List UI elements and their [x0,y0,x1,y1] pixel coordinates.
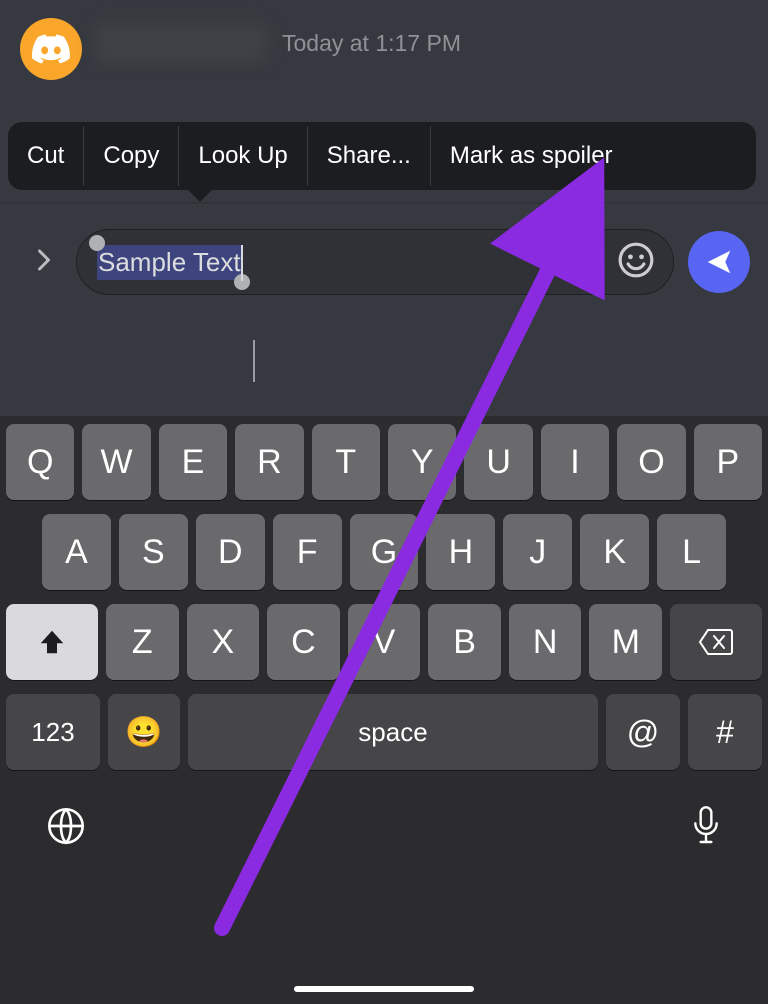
send-button[interactable] [688,231,750,293]
key-at-sign[interactable]: @ [606,694,680,770]
key-u[interactable]: U [464,424,532,500]
globe-icon[interactable] [46,806,86,851]
key-i[interactable]: I [541,424,609,500]
key-l[interactable]: L [657,514,726,590]
home-indicator[interactable] [294,986,474,992]
keyboard-row-3: Z X C V B N M [6,604,762,680]
key-w[interactable]: W [82,424,150,500]
key-y[interactable]: Y [388,424,456,500]
keyboard-row-1: Q W E R T Y U I O P [6,424,762,500]
key-t[interactable]: T [312,424,380,500]
composer-row: Sample Text [0,226,768,298]
key-p[interactable]: P [694,424,762,500]
message-header: Today at 1:17 PM [0,0,768,80]
keyboard-bottom-bar [6,784,762,853]
key-shift[interactable] [6,604,98,680]
key-m[interactable]: M [589,604,662,680]
key-c[interactable]: C [267,604,340,680]
text-cursor [253,340,255,382]
text-selection-context-menu: Cut Copy Look Up Share... Mark as spoile… [8,122,756,190]
menu-item-share[interactable]: Share... [308,142,430,170]
key-o[interactable]: O [617,424,685,500]
key-e[interactable]: E [159,424,227,500]
message-timestamp: Today at 1:17 PM [282,30,461,57]
divider [0,202,768,204]
key-j[interactable]: J [503,514,572,590]
key-numbers[interactable]: 123 [6,694,100,770]
send-icon [704,247,734,277]
menu-tail [188,190,212,202]
key-h[interactable]: H [426,514,495,590]
key-r[interactable]: R [235,424,303,500]
key-v[interactable]: V [348,604,421,680]
menu-item-copy[interactable]: Copy [84,142,178,170]
discord-logo-icon [32,34,70,64]
message-meta: Today at 1:17 PM [96,18,461,62]
message-input[interactable]: Sample Text [76,229,674,295]
backspace-icon [698,628,734,656]
keyboard-row-2: A S D F G H J K L [6,514,762,590]
key-q[interactable]: Q [6,424,74,500]
key-hash[interactable]: # [688,694,762,770]
menu-item-lookup[interactable]: Look Up [179,142,306,170]
microphone-icon[interactable] [690,804,722,853]
ios-keyboard: Q W E R T Y U I O P A S D F G H J K L Z … [0,416,768,1004]
key-d[interactable]: D [196,514,265,590]
key-f[interactable]: F [273,514,342,590]
menu-item-mark-as-spoiler[interactable]: Mark as spoiler [431,142,632,170]
selected-text[interactable]: Sample Text [97,245,242,280]
key-s[interactable]: S [119,514,188,590]
emoji-picker-button[interactable] [617,241,655,284]
key-g[interactable]: G [350,514,419,590]
key-space[interactable]: space [188,694,598,770]
key-emoji[interactable]: 😀 [108,694,180,770]
key-x[interactable]: X [187,604,260,680]
key-b[interactable]: B [428,604,501,680]
shift-icon [37,627,67,657]
key-n[interactable]: N [509,604,582,680]
menu-item-cut[interactable]: Cut [8,142,83,170]
key-k[interactable]: K [580,514,649,590]
key-a[interactable]: A [42,514,111,590]
keyboard-row-4: 123 😀 space @ # [6,694,762,770]
key-delete[interactable] [670,604,762,680]
username-redacted [96,24,266,62]
key-z[interactable]: Z [106,604,179,680]
chevron-right-icon[interactable] [34,248,54,277]
avatar[interactable] [20,18,82,80]
